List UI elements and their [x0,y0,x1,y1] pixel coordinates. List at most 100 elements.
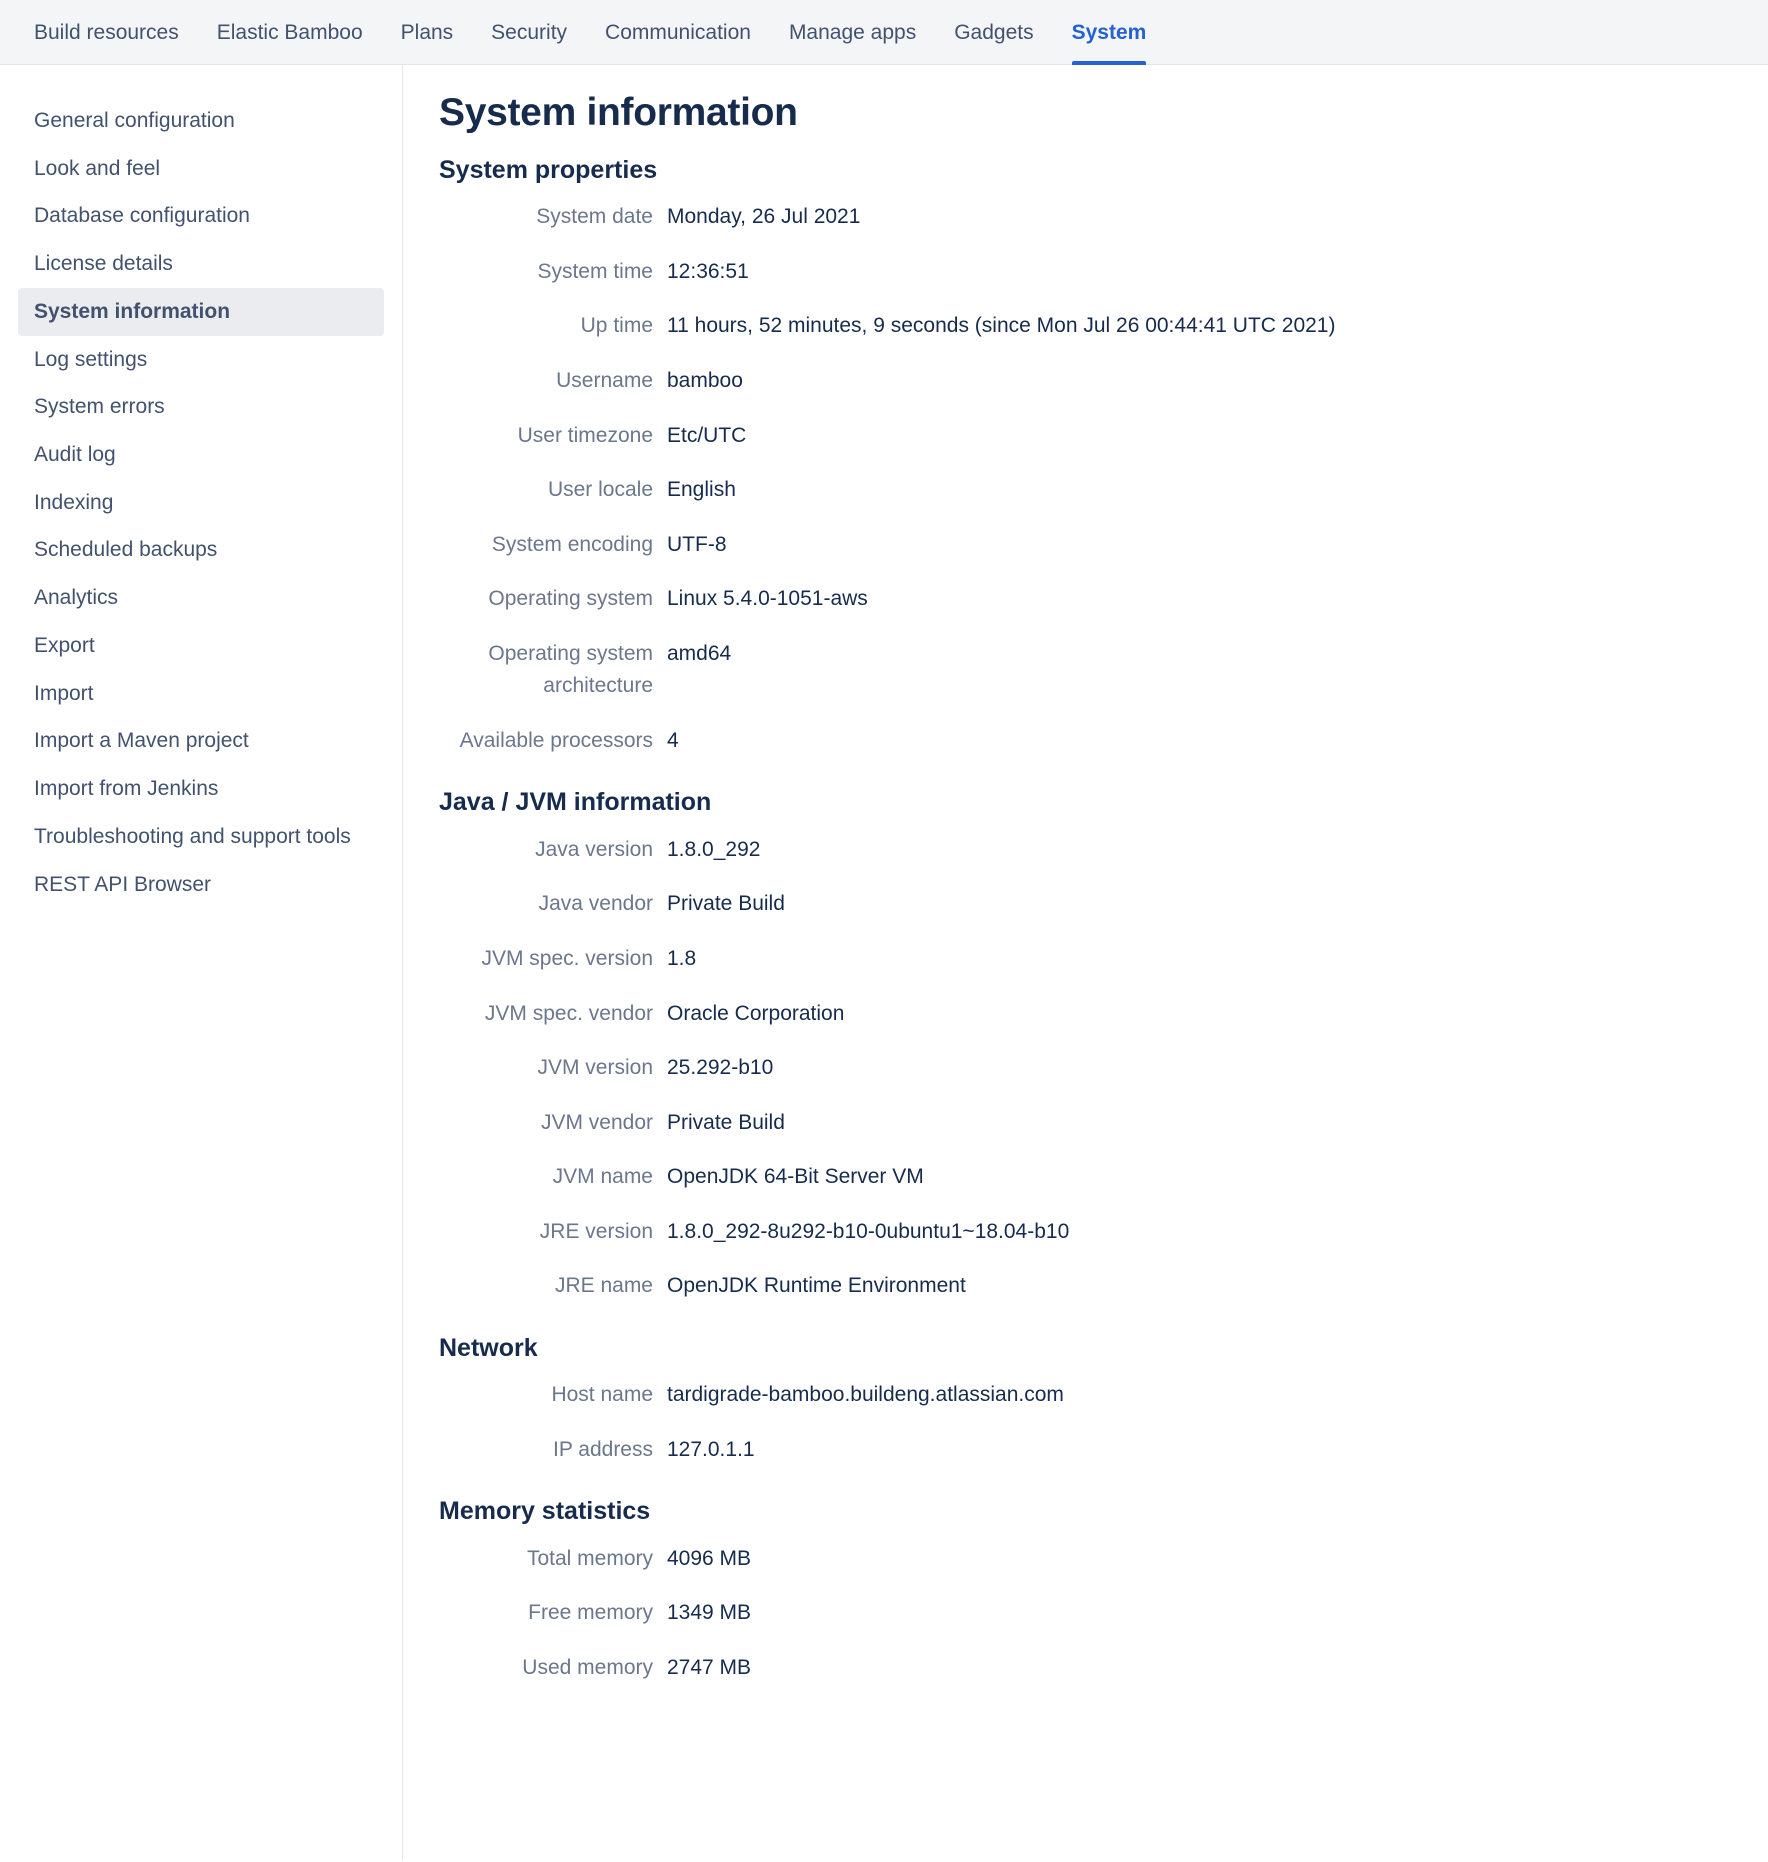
property-row: Operating system Linux 5.4.0-1051-aws [439,572,1768,627]
property-label: Available processors [459,728,653,752]
property-value: Linux 5.4.0-1051-aws [667,587,868,611]
property-row: System time 12:36:51 [439,245,1768,300]
property-value: 1.8.0_292 [667,837,761,861]
property-row: JVM version 25.292-b10 [439,1041,1768,1096]
section-heading-network: Network [439,1333,538,1362]
property-value: Private Build [667,1110,785,1134]
topnav-item-elastic-bamboo[interactable]: Elastic Bamboo [217,0,363,65]
property-label: User locale [547,478,653,502]
property-value: 1349 MB [667,1601,752,1625]
property-label: JVM name [552,1165,653,1189]
topnav-item-build-resources[interactable]: Build resources [34,0,179,65]
section-heading-java-jvm-information: Java / JVM information [439,788,712,817]
property-label: JVM spec. vendor [484,1001,653,1025]
property-row: Available processors 4 [439,714,1768,769]
sidebar-item-system-information[interactable]: System information [18,287,384,336]
topnav-item-system[interactable]: System [1071,0,1146,65]
property-value: 25.292-b10 [667,1056,774,1080]
property-row: User timezone Etc/UTC [439,409,1768,464]
property-value: 4096 MB [667,1546,752,1570]
property-row: Used memory 2747 MB [439,1641,1768,1696]
property-label: System encoding [491,532,653,556]
section-heading-memory-statistics: Memory statistics [439,1497,651,1526]
property-value: tardigrade-bamboo.buildeng.atlassian.com [667,1383,1064,1407]
property-value: 127.0.1.1 [667,1437,755,1461]
property-label: Java vendor [538,892,653,916]
property-value: 1.8 [667,946,697,970]
property-value: amd64 [667,641,732,665]
main-content: System information System properties Syst… [403,65,1768,1861]
property-row: Operating system architecture amd64 [439,627,1768,714]
property-list: System date Monday, 26 Jul 2021 System tim… [439,190,1768,768]
property-label: Free memory [528,1601,653,1625]
property-value: English [667,478,736,502]
topnav-item-gadgets[interactable]: Gadgets [954,0,1033,65]
page-title: System information [439,91,798,134]
property-value: OpenJDK 64-Bit Server VM [667,1165,924,1189]
sidebar-item-system-errors[interactable]: System errors [18,383,384,431]
sidebar-item-audit-log[interactable]: Audit log [18,431,384,479]
property-value: 1.8.0_292-8u292-b10-0ubuntu1~18.04-b10 [667,1219,1070,1243]
property-label: Java version [535,837,653,861]
property-row: Free memory 1349 MB [439,1586,1768,1641]
topnav-item-manage-apps[interactable]: Manage apps [789,0,916,65]
property-label: JRE version [539,1219,653,1243]
sidebar-item-rest-api-browser[interactable]: REST API Browser [18,861,384,909]
sidebar-item-license-details[interactable]: License details [18,240,384,288]
property-label: Host name [551,1383,653,1407]
property-label: JVM spec. version [481,946,653,970]
topnav-item-plans[interactable]: Plans [401,0,454,65]
property-row: System date Monday, 26 Jul 2021 [439,190,1768,245]
sidebar-item-log-settings[interactable]: Log settings [18,336,384,384]
property-label: JVM vendor [540,1110,653,1134]
property-row: JVM spec. version 1.8 [439,932,1768,987]
property-row: System encoding UTF-8 [439,518,1768,573]
property-label: IP address [552,1437,653,1461]
property-list: Total memory 4096 MB Free memory 1349 MB Use… [439,1532,1768,1696]
property-value: OpenJDK Runtime Environment [667,1274,966,1298]
sidebar-item-analytics[interactable]: Analytics [18,574,384,622]
page-shell: General configuration Look and feel Databa… [0,65,1768,1861]
property-row: IP address 127.0.1.1 [439,1423,1768,1478]
property-label: Up time [580,314,653,338]
property-row: Host name tardigrade-bamboo.buildeng.atla… [439,1368,1768,1423]
sidebar-item-export[interactable]: Export [18,622,384,670]
property-row: Up time 11 hours, 52 minutes, 9 seconds (… [439,299,1768,354]
top-navigation-bar: Build resources Elastic Bamboo Plans Securi… [0,0,1768,65]
topnav-item-communication[interactable]: Communication [605,0,751,65]
property-label: JRE name [554,1274,653,1298]
topnav-item-security[interactable]: Security [491,0,567,65]
sidebar-item-import-from-jenkins[interactable]: Import from Jenkins [18,765,384,813]
property-row: JVM vendor Private Build [439,1096,1768,1151]
property-row: JVM spec. vendor Oracle Corporation [439,987,1768,1042]
sidebar-item-troubleshooting-and-support-tools[interactable]: Troubleshooting and support tools [18,813,384,861]
property-label: Used memory [522,1655,653,1679]
admin-sidebar: General configuration Look and feel Databa… [0,65,403,1861]
property-label: System date [536,205,653,229]
sidebar-item-indexing[interactable]: Indexing [18,479,384,527]
property-row: JRE name OpenJDK Runtime Environment [439,1259,1768,1314]
sidebar-item-database-configuration[interactable]: Database configuration [18,192,384,240]
property-value: Oracle Corporation [667,1001,845,1025]
property-label: User timezone [517,423,653,447]
property-list: Java version 1.8.0_292 Java vendor Private … [439,823,1768,1314]
property-row: User locale English [439,463,1768,518]
property-value: 11 hours, 52 minutes, 9 seconds (since M… [667,314,1336,338]
sidebar-item-import-a-maven-project[interactable]: Import a Maven project [18,717,384,765]
property-value: Monday, 26 Jul 2021 [667,205,861,229]
property-row: JVM name OpenJDK 64-Bit Server VM [439,1150,1768,1205]
property-value: 2747 MB [667,1655,752,1679]
sidebar-item-general-configuration[interactable]: General configuration [18,97,384,145]
property-value: bamboo [667,368,743,392]
property-label: System time [537,259,653,283]
property-label: Operating system architecture [488,641,653,698]
property-row: Java vendor Private Build [439,877,1768,932]
property-label: Operating system [488,587,653,611]
property-value: Etc/UTC [667,423,747,447]
property-list: Host name tardigrade-bamboo.buildeng.atla… [439,1368,1768,1477]
sidebar-item-look-and-feel[interactable]: Look and feel [18,145,384,193]
sidebar-item-scheduled-backups[interactable]: Scheduled backups [18,526,384,574]
property-row: Username bamboo [439,354,1768,409]
property-label: Total memory [526,1546,653,1570]
sidebar-item-import[interactable]: Import [18,670,384,718]
